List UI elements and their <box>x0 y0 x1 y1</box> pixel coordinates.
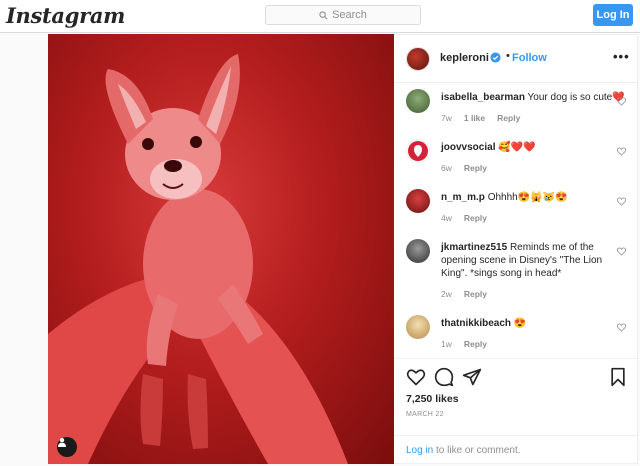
author-username[interactable]: kepleroni <box>440 52 489 64</box>
commenter-avatar[interactable] <box>406 139 430 163</box>
comment-text: Your dog is so cute❤️ <box>527 92 625 103</box>
comment-username[interactable]: isabella_bearman <box>441 92 525 103</box>
comment-likes[interactable]: 1 like <box>464 113 485 123</box>
reply-button[interactable]: Reply <box>464 289 487 299</box>
comment-age: 1w <box>441 339 452 349</box>
instagram-logo[interactable]: Instagram <box>6 3 125 28</box>
reply-button[interactable]: Reply <box>464 339 487 349</box>
post-date: MARCH 22 <box>406 411 444 418</box>
comment-heart-icon[interactable] <box>617 147 626 156</box>
commenter-avatar[interactable] <box>406 89 430 113</box>
search-input[interactable]: Search <box>265 5 421 25</box>
comment-heart-icon[interactable] <box>617 197 626 206</box>
reply-button[interactable]: Reply <box>464 213 487 223</box>
comment-heart-icon[interactable] <box>617 323 626 332</box>
user-tag-icon <box>58 438 66 447</box>
commenter-avatar[interactable] <box>406 189 430 213</box>
comment-heart-icon[interactable] <box>617 97 626 106</box>
user-tag-button[interactable] <box>57 437 77 457</box>
comment-heart-icon[interactable] <box>617 247 626 256</box>
login-button[interactable]: Log In <box>593 4 633 26</box>
commenter-avatar[interactable] <box>406 239 430 263</box>
separator-dot: • <box>506 50 510 62</box>
comment-age: 4w <box>441 213 452 223</box>
search-placeholder: Search <box>332 9 367 21</box>
comment-username[interactable]: n_m_m.p <box>441 192 485 203</box>
dog-photo-illustration <box>48 54 348 464</box>
login-prompt-text: to like or comment. <box>433 445 521 456</box>
commenter-avatar[interactable] <box>406 315 430 339</box>
likes-count[interactable]: 7,250 likes <box>406 393 459 405</box>
comment-text: 😍 <box>513 318 527 329</box>
share-icon[interactable] <box>462 367 482 387</box>
author-avatar[interactable] <box>406 47 430 71</box>
login-prompt: Log in to like or comment. <box>394 435 638 466</box>
follow-button[interactable]: Follow <box>512 52 547 64</box>
comment-age: 7w <box>441 113 452 123</box>
post-actions: 7,250 likes MARCH 22 Log in to like or c… <box>394 358 638 465</box>
heart-icon[interactable] <box>406 367 426 387</box>
reply-button[interactable]: Reply <box>464 163 487 173</box>
post-side-panel: kepleroni • Follow ••• isabella_bearman … <box>394 34 638 464</box>
comment-text: Ohhhh😍🙀😿😍 <box>487 192 568 203</box>
login-link[interactable]: Log in <box>406 445 433 456</box>
comment-age: 2w <box>441 289 452 299</box>
comment-text: 🥰❤️❤️ <box>498 142 536 153</box>
comment-icon[interactable] <box>434 367 454 387</box>
comment-username[interactable]: joovvsocial <box>441 142 495 153</box>
comment-age: 6w <box>441 163 452 173</box>
post-photo[interactable] <box>48 34 394 464</box>
comment-username[interactable]: jkmartinez515 <box>441 242 507 253</box>
verified-icon <box>490 52 501 63</box>
joovv-logo-icon <box>408 141 428 161</box>
comment-username[interactable]: thatnikkibeach <box>441 318 511 329</box>
top-navigation-bar: Instagram Search Log In <box>0 0 640 33</box>
bookmark-icon[interactable] <box>608 367 628 387</box>
more-options-icon[interactable]: ••• <box>613 49 630 64</box>
post-header: kepleroni • Follow ••• <box>394 35 638 83</box>
search-icon <box>319 10 328 19</box>
reply-button[interactable]: Reply <box>497 113 520 123</box>
